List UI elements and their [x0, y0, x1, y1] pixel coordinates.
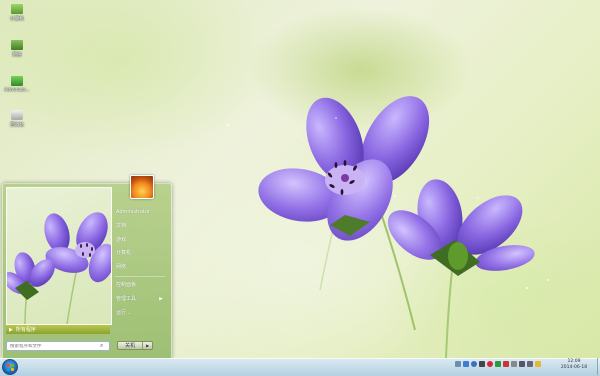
user-avatar[interactable] [130, 175, 154, 199]
desktop-icon-label: Administr... [4, 88, 30, 93]
all-programs-button[interactable]: ▶ 所有程序 [6, 325, 110, 334]
tray-app-icon[interactable] [487, 361, 493, 367]
computer-icon [11, 4, 23, 14]
shutdown-options-icon[interactable]: ▶ [143, 343, 152, 348]
play-arrow-icon: ▶ [9, 326, 13, 333]
desktop-icon-label: 计算机 [10, 17, 24, 22]
clock-date: 2014-06-18 [560, 365, 588, 370]
tray-app-icon[interactable] [479, 361, 485, 367]
start-item-admin-tools[interactable]: 管理工具 ▶ [115, 293, 169, 307]
flag-icon[interactable] [535, 361, 541, 367]
start-item-control-panel[interactable]: 控制面板 [115, 279, 169, 293]
system-tray [455, 361, 541, 367]
tray-expand-icon[interactable] [455, 361, 461, 367]
desktop-icon-network[interactable]: 网络 [2, 40, 32, 58]
help-icon[interactable] [471, 361, 477, 367]
desktop-icon-label: 回收站 [10, 123, 24, 128]
tray-app-icon[interactable] [463, 361, 469, 367]
start-menu: ▶ 所有程序 ⌕ Administrator 文档 游戏 计算机 网络 控制面板… [2, 175, 172, 360]
programs-pane [6, 187, 112, 325]
desktop-icon-recycle-bin[interactable]: 回收站 [2, 110, 32, 128]
tray-app-icon[interactable] [511, 361, 517, 367]
shutdown-label: 关机 [118, 342, 144, 349]
chevron-right-icon: ▶ [159, 295, 163, 302]
all-programs-label: 所有程序 [15, 327, 36, 333]
taskbar-clock[interactable]: 12:09 2014-06-18 [552, 359, 596, 371]
start-item-games[interactable]: 游戏 [115, 234, 169, 248]
start-item-documents[interactable]: 文档 [115, 220, 169, 234]
start-menu-flower-art [7, 212, 111, 324]
menu-divider [115, 275, 165, 277]
security-icon[interactable] [495, 361, 501, 367]
volume-icon[interactable] [527, 361, 533, 367]
start-search-input[interactable] [7, 343, 98, 349]
shutdown-button[interactable]: 关机 ▶ [117, 341, 153, 350]
desktop-icon-computer[interactable]: 计算机 [2, 4, 32, 22]
user-folder-icon [11, 76, 23, 86]
windows-logo-icon [7, 364, 14, 371]
start-menu-right-pane: Administrator 文档 游戏 计算机 网络 控制面板 管理工具 ▶ 运… [115, 206, 169, 320]
recycle-bin-icon [11, 110, 23, 120]
start-search-box[interactable]: ⌕ [6, 341, 110, 351]
start-item-administrator[interactable]: Administrator [115, 206, 169, 220]
search-icon[interactable]: ⌕ [100, 342, 103, 350]
start-item-computer[interactable]: 计算机 [115, 247, 169, 261]
tray-app-icon[interactable] [503, 361, 509, 367]
start-item-run[interactable]: 运行... [115, 307, 169, 321]
start-item-label: 管理工具 [116, 295, 137, 302]
start-button[interactable] [2, 359, 18, 375]
start-item-network[interactable]: 网络 [115, 261, 169, 275]
desktop-icon-label: 网络 [12, 53, 22, 58]
network-status-icon[interactable] [519, 361, 525, 367]
network-icon [11, 40, 23, 50]
desktop-icon-administrator[interactable]: Administr... [2, 76, 32, 93]
